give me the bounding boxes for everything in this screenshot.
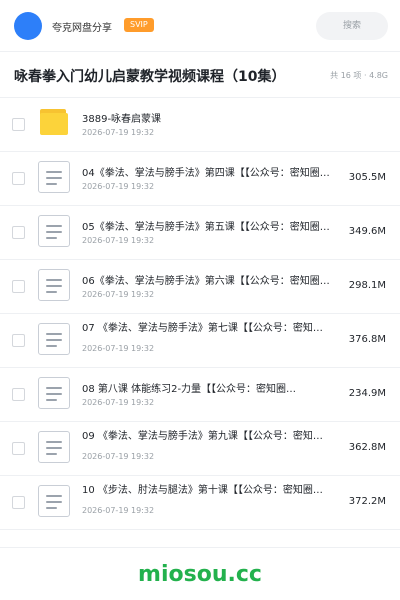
title-row: 咏春拳入门幼儿启蒙教学视频课程（10集） 共 16 项 · 4.8G — [0, 52, 400, 98]
item-size: 362.8M — [346, 442, 386, 453]
svip-badge: SVIP — [124, 18, 154, 32]
document-icon — [38, 323, 70, 355]
footer-divider — [0, 547, 400, 548]
list-item[interactable]: 06《拳法、掌法与膀手法》第六课【【公众号：密知圈… 2026-07-19 19… — [0, 260, 400, 314]
item-date: 2026-07-19 19:32 — [82, 128, 155, 137]
site-watermark: miosou.cc — [138, 562, 262, 587]
row-checkbox[interactable] — [12, 388, 25, 401]
item-size: 376.8M — [346, 334, 386, 345]
item-size: 298.1M — [346, 280, 386, 291]
item-name: 3889-咏春启蒙课 — [82, 114, 162, 125]
document-icon — [38, 377, 70, 409]
row-checkbox[interactable] — [12, 442, 25, 455]
item-date: 2026-07-19 19:32 — [82, 452, 155, 461]
item-date: 2026-07-19 19:32 — [82, 182, 155, 191]
document-icon — [38, 215, 70, 247]
search-input[interactable]: 搜索 — [316, 12, 388, 40]
item-date: 2026-07-19 19:32 — [82, 506, 155, 515]
list-item[interactable]: 08 第八课 体能练习2-力量【【公众号：密知圈… 2026-07-19 19:… — [0, 368, 400, 422]
row-checkbox[interactable] — [12, 226, 25, 239]
list-item[interactable]: 05《拳法、掌法与膀手法》第五课【【公众号：密知圈… 2026-07-19 19… — [0, 206, 400, 260]
item-size: 234.9M — [346, 388, 386, 399]
item-size: 349.6M — [346, 226, 386, 237]
item-name: 08 第八课 体能练习2-力量【【公众号：密知圈… — [82, 384, 297, 395]
row-checkbox[interactable] — [12, 172, 25, 185]
item-size: 305.5M — [346, 172, 386, 183]
item-name: 04《拳法、掌法与膀手法》第四课【【公众号：密知圈… — [82, 168, 330, 179]
document-icon — [38, 269, 70, 301]
document-icon — [38, 161, 70, 193]
item-name: 05《拳法、掌法与膀手法》第五课【【公众号：密知圈… — [82, 222, 330, 233]
item-date: 2026-07-19 19:32 — [82, 290, 155, 299]
item-size: 372.2M — [346, 496, 386, 507]
list-item[interactable]: 04《拳法、掌法与膀手法》第四课【【公众号：密知圈… 2026-07-19 19… — [0, 152, 400, 206]
list-item[interactable]: 07 《拳法、掌法与膀手法》第七课【【公众号：密知… 2026-07-19 19… — [0, 314, 400, 368]
row-checkbox[interactable] — [12, 334, 25, 347]
item-date: 2026-07-19 19:32 — [82, 344, 155, 353]
list-item[interactable]: 10 《步法、肘法与腿法》第十课【【公众号：密知圈… 2026-07-19 19… — [0, 476, 400, 530]
row-checkbox[interactable] — [12, 118, 25, 131]
page-title: 咏春拳入门幼儿启蒙教学视频课程（10集） — [14, 69, 286, 85]
item-name: 06《拳法、掌法与膀手法》第六课【【公众号：密知圈… — [82, 276, 330, 287]
document-icon — [38, 485, 70, 517]
row-checkbox[interactable] — [12, 280, 25, 293]
user-name: 夸克网盘分享 — [52, 23, 112, 34]
list-item[interactable]: 09 《拳法、掌法与膀手法》第九课【【公众号：密知… 2026-07-19 19… — [0, 422, 400, 476]
folder-icon — [38, 107, 70, 139]
item-date: 2026-07-19 19:32 — [82, 398, 155, 407]
item-summary: 共 16 项 · 4.8G — [330, 71, 388, 80]
list-item-folder[interactable]: 3889-咏春启蒙课 2026-07-19 19:32 — [0, 98, 400, 152]
item-date: 2026-07-19 19:32 — [82, 236, 155, 245]
top-bar: 夸克网盘分享 SVIP 搜索 — [0, 0, 400, 52]
row-checkbox[interactable] — [12, 496, 25, 509]
document-icon — [38, 431, 70, 463]
avatar[interactable] — [14, 12, 42, 40]
